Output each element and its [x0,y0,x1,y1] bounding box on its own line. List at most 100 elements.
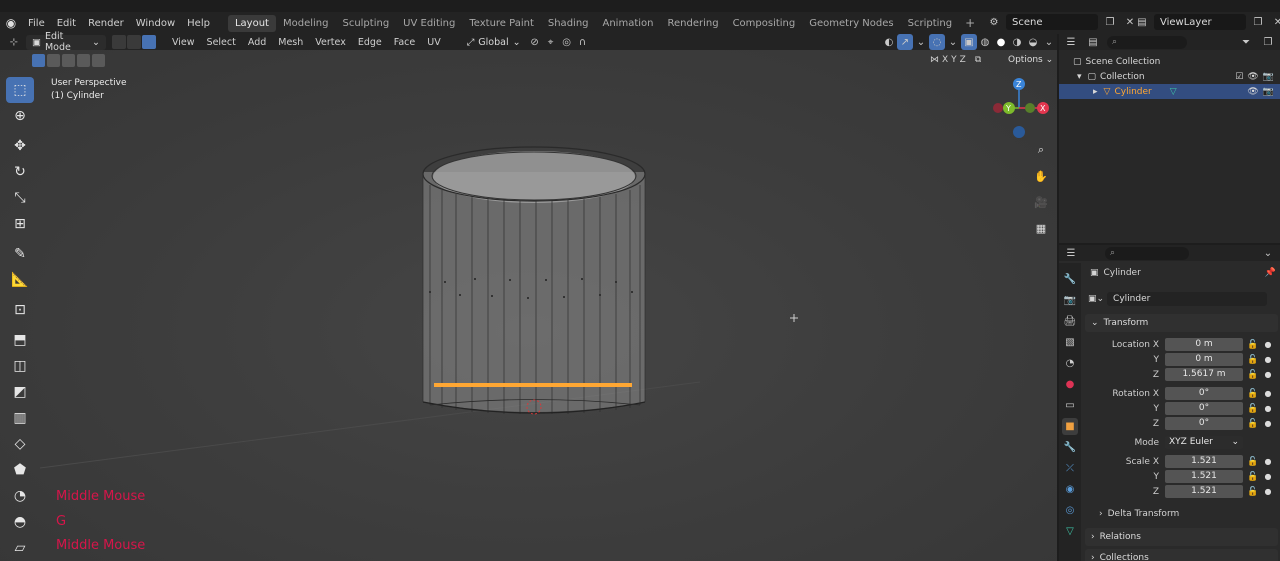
chevron-down-icon[interactable]: ⌄ [913,34,929,50]
perspective-grid-icon[interactable]: ▦ [1031,218,1051,238]
cylinder-mesh[interactable] [0,50,1057,561]
collection-tab-icon[interactable]: ▭ [1062,397,1078,414]
menu-face[interactable]: Face [388,37,421,48]
keyframe-dot-icon[interactable]: ● [1263,487,1273,496]
render-tab-icon[interactable]: 📷 [1062,292,1078,309]
lock-icon[interactable]: 🔓 [1243,370,1263,380]
navigation-gizmo[interactable]: Z X Y [990,74,1050,140]
scene-name-field[interactable]: Scene [1006,14,1098,30]
eye-icon[interactable]: 👁 [1247,87,1258,97]
lock-icon[interactable]: 🔓 [1243,340,1263,350]
collections-panel-header[interactable]: › Collections [1085,549,1278,561]
relations-panel-header[interactable]: › Relations [1085,528,1278,546]
outliner-row-collection[interactable]: ▾ ▢ Collection ☑ 👁 📷 [1059,69,1280,84]
data-tab-icon[interactable]: ▽ [1062,523,1078,540]
mesh-data-icon[interactable]: ▽ [1170,87,1177,97]
wireframe-shading-icon[interactable]: ◍ [977,34,993,50]
lock-icon[interactable]: 🔓 [1243,472,1263,482]
blender-logo-icon[interactable]: ◉ [0,16,22,30]
visibility-icon[interactable]: ◐ [881,34,897,50]
menu-vertex[interactable]: Vertex [309,37,352,48]
menu-add[interactable]: Add [242,37,272,48]
keyframe-dot-icon[interactable]: ● [1263,389,1273,398]
lock-icon[interactable]: 🔓 [1243,419,1263,429]
workspace-tab-scripting[interactable]: Scripting [901,15,959,32]
object-data-icon[interactable]: ▣⌄ [1088,294,1104,304]
lock-icon[interactable]: 🔓 [1243,457,1263,467]
location-y-field[interactable]: 0 m [1165,353,1243,366]
solid-shading-icon[interactable]: ● [993,34,1009,50]
keyframe-dot-icon[interactable]: ● [1263,355,1273,364]
world-tab-icon[interactable]: ● [1062,376,1078,393]
workspace-tab-layout[interactable]: Layout [227,14,276,32]
menu-uv[interactable]: UV [421,37,446,48]
keyframe-dot-icon[interactable]: ● [1263,419,1273,428]
workspace-tab-geometry-nodes[interactable]: Geometry Nodes [802,15,900,32]
outliner-row-scene-collection[interactable]: ▢ Scene Collection [1059,54,1280,69]
checkbox-icon[interactable]: ☑ [1235,72,1243,82]
object-tab-icon[interactable]: ■ [1062,418,1078,435]
viewlayer-name-field[interactable]: ViewLayer [1154,14,1246,30]
face-select-button[interactable] [142,35,156,49]
properties-editor-icon[interactable]: ☰ [1063,245,1079,261]
workspace-tab-sculpting[interactable]: Sculpting [335,15,396,32]
scene-tab-icon[interactable]: ◔ [1062,355,1078,372]
workspace-tab-modeling[interactable]: Modeling [276,15,336,32]
delta-transform-subpanel[interactable]: › Delta Transform [1085,503,1278,525]
camera-icon[interactable]: 📷 [1263,72,1274,82]
new-scene-icon[interactable]: ❐ [1102,14,1118,30]
lock-icon[interactable]: 🔓 [1243,389,1263,399]
tool-tab-icon[interactable]: 🔧 [1062,271,1078,288]
lock-icon[interactable]: 🔓 [1243,355,1263,365]
keyframe-dot-icon[interactable]: ● [1263,457,1273,466]
viewlayer-selector[interactable]: ▤ ViewLayer ❐ ✕ [1134,14,1280,30]
rotation-y-field[interactable]: 0° [1165,402,1243,415]
camera-icon[interactable]: 📷 [1263,87,1274,97]
object-name-field[interactable]: Cylinder [1107,292,1268,306]
menu-render[interactable]: Render [82,18,130,29]
menu-window[interactable]: Window [130,18,181,29]
new-collection-icon[interactable]: ❐ [1260,34,1276,50]
vertex-select-button[interactable] [112,35,126,49]
eye-icon[interactable]: 👁 [1247,72,1258,82]
properties-search-input[interactable]: ⌕ [1105,246,1189,260]
mode-dropdown[interactable]: ▣ Edit Mode ⌄ [26,31,106,53]
keyframe-dot-icon[interactable]: ● [1263,370,1273,379]
chevron-down-icon[interactable]: ⌄ [945,34,961,50]
proportional-edit-icon[interactable]: ◎ [559,34,575,50]
snap-icon[interactable]: ⌖ [543,34,559,50]
workspace-tab-shading[interactable]: Shading [541,15,596,32]
menu-file[interactable]: File [22,18,51,29]
keyframe-dot-icon[interactable]: ● [1263,404,1273,413]
menu-edit[interactable]: Edit [51,18,82,29]
3d-viewport[interactable]: ⋈ X Y Z ⧉ Options ⌄ User Perspective (1)… [0,50,1057,561]
chevron-down-icon[interactable]: ⌄ [1041,34,1057,50]
outliner-editor-icon[interactable]: ☰ [1063,34,1079,50]
rotation-mode-dropdown[interactable]: XYZ Euler ⌄ [1165,436,1243,449]
rotation-z-field[interactable]: 0° [1165,417,1243,430]
particles-tab-icon[interactable]: ⤫ [1062,460,1078,477]
modifier-tab-icon[interactable]: 🔧 [1062,439,1078,456]
orientation-dropdown[interactable]: ⤢ Global ⌄ [461,35,527,50]
display-mode-icon[interactable]: ▤ [1085,34,1101,50]
edge-select-button[interactable] [127,35,141,49]
menu-view[interactable]: View [166,37,201,48]
view-layer-tab-icon[interactable]: ▧ [1062,334,1078,351]
overlay-toggle-icon[interactable]: ◌ [929,34,945,50]
workspace-tab-animation[interactable]: Animation [596,15,661,32]
new-viewlayer-icon[interactable]: ❐ [1250,14,1266,30]
scale-y-field[interactable]: 1.521 [1165,470,1243,483]
keyframe-dot-icon[interactable]: ● [1263,472,1273,481]
physics-tab-icon[interactable]: ◉ [1062,481,1078,498]
lock-icon[interactable]: 🔓 [1243,487,1263,497]
menu-mesh[interactable]: Mesh [272,37,309,48]
falloff-icon[interactable]: ∩ [575,34,591,50]
menu-edge[interactable]: Edge [352,37,388,48]
lock-icon[interactable]: 🔓 [1243,404,1263,414]
expand-arrow-icon[interactable]: ▸ [1093,87,1098,97]
keyframe-dot-icon[interactable]: ● [1263,340,1273,349]
location-x-field[interactable]: 0 m [1165,338,1243,351]
camera-view-icon[interactable]: 🎥 [1031,192,1051,212]
rotation-x-field[interactable]: 0° [1165,387,1243,400]
material-shading-icon[interactable]: ◑ [1009,34,1025,50]
